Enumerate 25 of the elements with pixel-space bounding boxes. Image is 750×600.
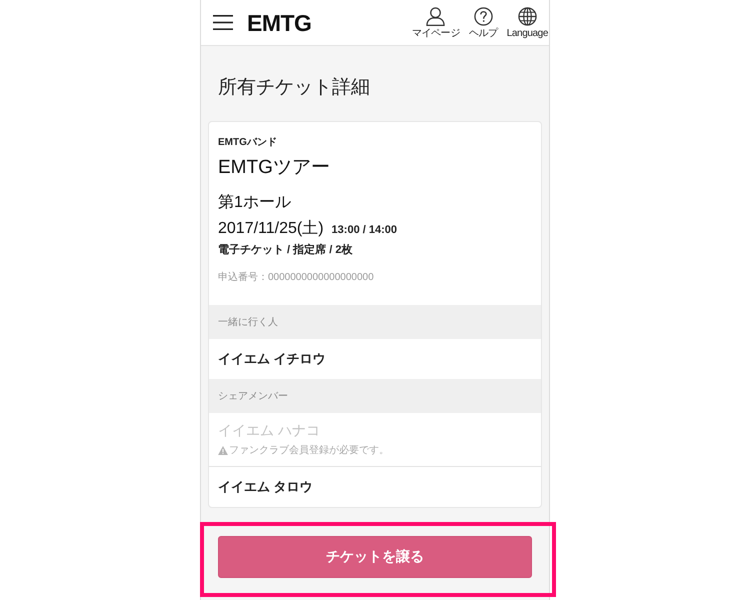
ticket-details: 電子チケット / 指定席 / 2枚 xyxy=(218,243,354,257)
nav-link[interactable]: マイページ xyxy=(412,6,460,38)
warning-icon xyxy=(218,446,228,454)
menu-button[interactable] xyxy=(213,15,233,30)
application-number: 申込番号：0000000000000000000 xyxy=(218,271,375,284)
help-icon xyxy=(474,6,493,26)
member-name: イイエム タロウ xyxy=(218,478,313,496)
section-header: シェアメンバー xyxy=(209,379,541,413)
venue-name: 第1ホール xyxy=(218,193,292,213)
member-note: ファンクラブ会員登録が必要です。 xyxy=(229,444,389,457)
globe-icon xyxy=(518,6,537,26)
logo[interactable]: EMTG xyxy=(247,10,312,34)
member-name: イイエム イチロウ xyxy=(218,350,326,368)
person-icon xyxy=(426,6,446,26)
section-header: 一緒に行く人 xyxy=(209,305,541,339)
nav-link[interactable]: Language xyxy=(506,6,548,38)
transfer-ticket-button[interactable]: チケットを譲る xyxy=(218,536,532,578)
tour-name: EMTGツアー xyxy=(218,156,331,180)
menu-icon xyxy=(213,15,233,30)
page-title: 所有チケット詳細 xyxy=(218,77,371,99)
event-date: 2017/11/25(土) xyxy=(218,219,324,239)
nav-link[interactable]: ヘルプ xyxy=(468,6,498,38)
artist-name: EMTGバンド xyxy=(218,137,278,149)
event-time: 13:00 / 14:00 xyxy=(332,224,397,236)
member-name: イイエム ハナコ xyxy=(218,422,320,440)
